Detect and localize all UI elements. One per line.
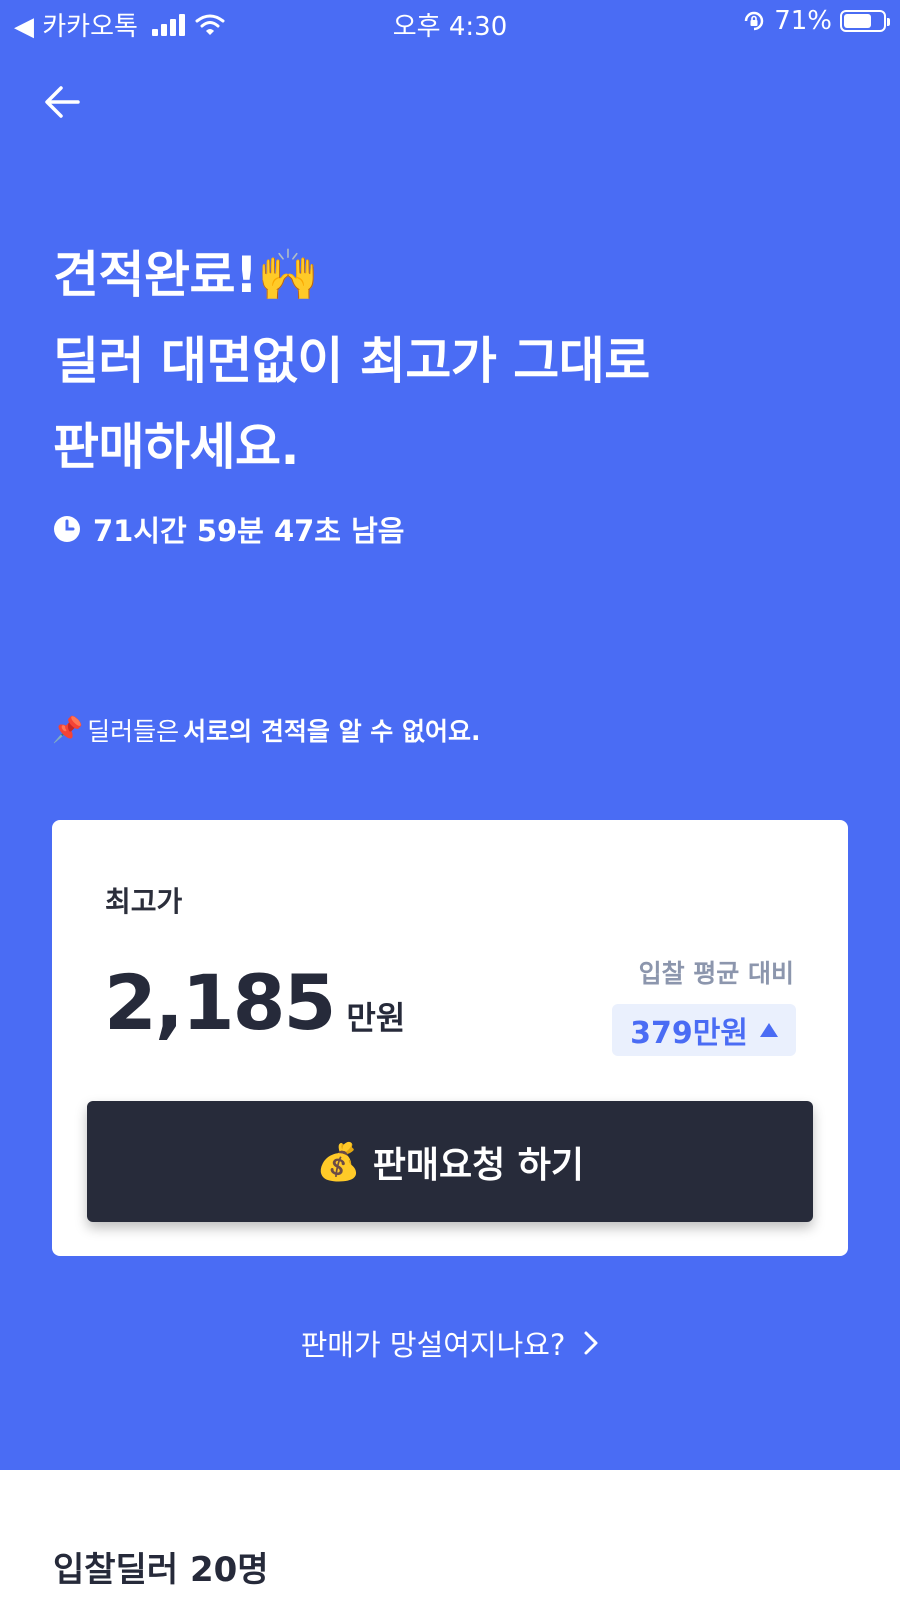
bidding-dealers-title: 입찰딜러 20명 (53, 1550, 269, 1590)
card-label: 최고가 (105, 885, 183, 918)
countdown-timer: 71시간 59분 47초 남음 (53, 508, 404, 550)
help-link-label: 판매가 망설여지나요? (300, 1328, 566, 1362)
battery-percent: 71% (774, 6, 832, 36)
title-line-1: 견적완료!🙌 (53, 246, 320, 304)
notice-emphasis: 서로의 견적을 알 수 없어요. (183, 717, 481, 746)
compare-value: 379만원 (630, 1016, 748, 1051)
pushpin-icon: 📌 (52, 715, 84, 744)
compare-badge: 379만원 (612, 1004, 796, 1056)
money-bag-icon: 💰 (315, 1141, 361, 1183)
page-title: 견적완료!🙌 딜러 대면없이 최고가 그대로 판매하세요. (53, 232, 853, 490)
header-section: ◀ 카카오톡 오후 4:30 71% 견적완료!🙌 딜러 대면없이 최고가 그대… (0, 0, 900, 1470)
notice-prefix: 딜러들은 (87, 717, 180, 746)
price-row: 2,185 만원 (104, 958, 405, 1047)
countdown-text: 71시간 59분 47초 남음 (93, 514, 405, 548)
battery-level (844, 14, 871, 28)
triangle-up-icon (760, 1023, 778, 1037)
sell-request-button[interactable]: 💰 판매요청 하기 (87, 1101, 813, 1222)
back-button[interactable] (40, 80, 84, 124)
battery-icon (840, 10, 890, 32)
arrow-left-icon (45, 86, 80, 118)
title-line-2: 딜러 대면없이 최고가 그대로 (53, 332, 650, 390)
chevron-right-icon (584, 1331, 598, 1355)
price-unit: 만원 (346, 999, 406, 1037)
status-right: 71% (742, 6, 890, 36)
clock-icon (54, 516, 80, 542)
compare-label: 입찰 평균 대비 (638, 959, 794, 988)
highest-price-card: 최고가 2,185 만원 입찰 평균 대비 379만원 💰 판매요청 하기 (52, 820, 848, 1256)
sell-button-label: 판매요청 하기 (372, 1144, 585, 1186)
status-bar: ◀ 카카오톡 오후 4:30 71% (0, 0, 900, 44)
highest-price-value: 2,185 (104, 958, 336, 1047)
privacy-notice: 📌 딜러들은 서로의 견적을 알 수 없어요. (52, 712, 480, 748)
title-line-3: 판매하세요. (53, 418, 300, 476)
hesitation-help-link[interactable]: 판매가 망설여지나요? (0, 1322, 900, 1364)
rotation-lock-icon (744, 11, 764, 31)
